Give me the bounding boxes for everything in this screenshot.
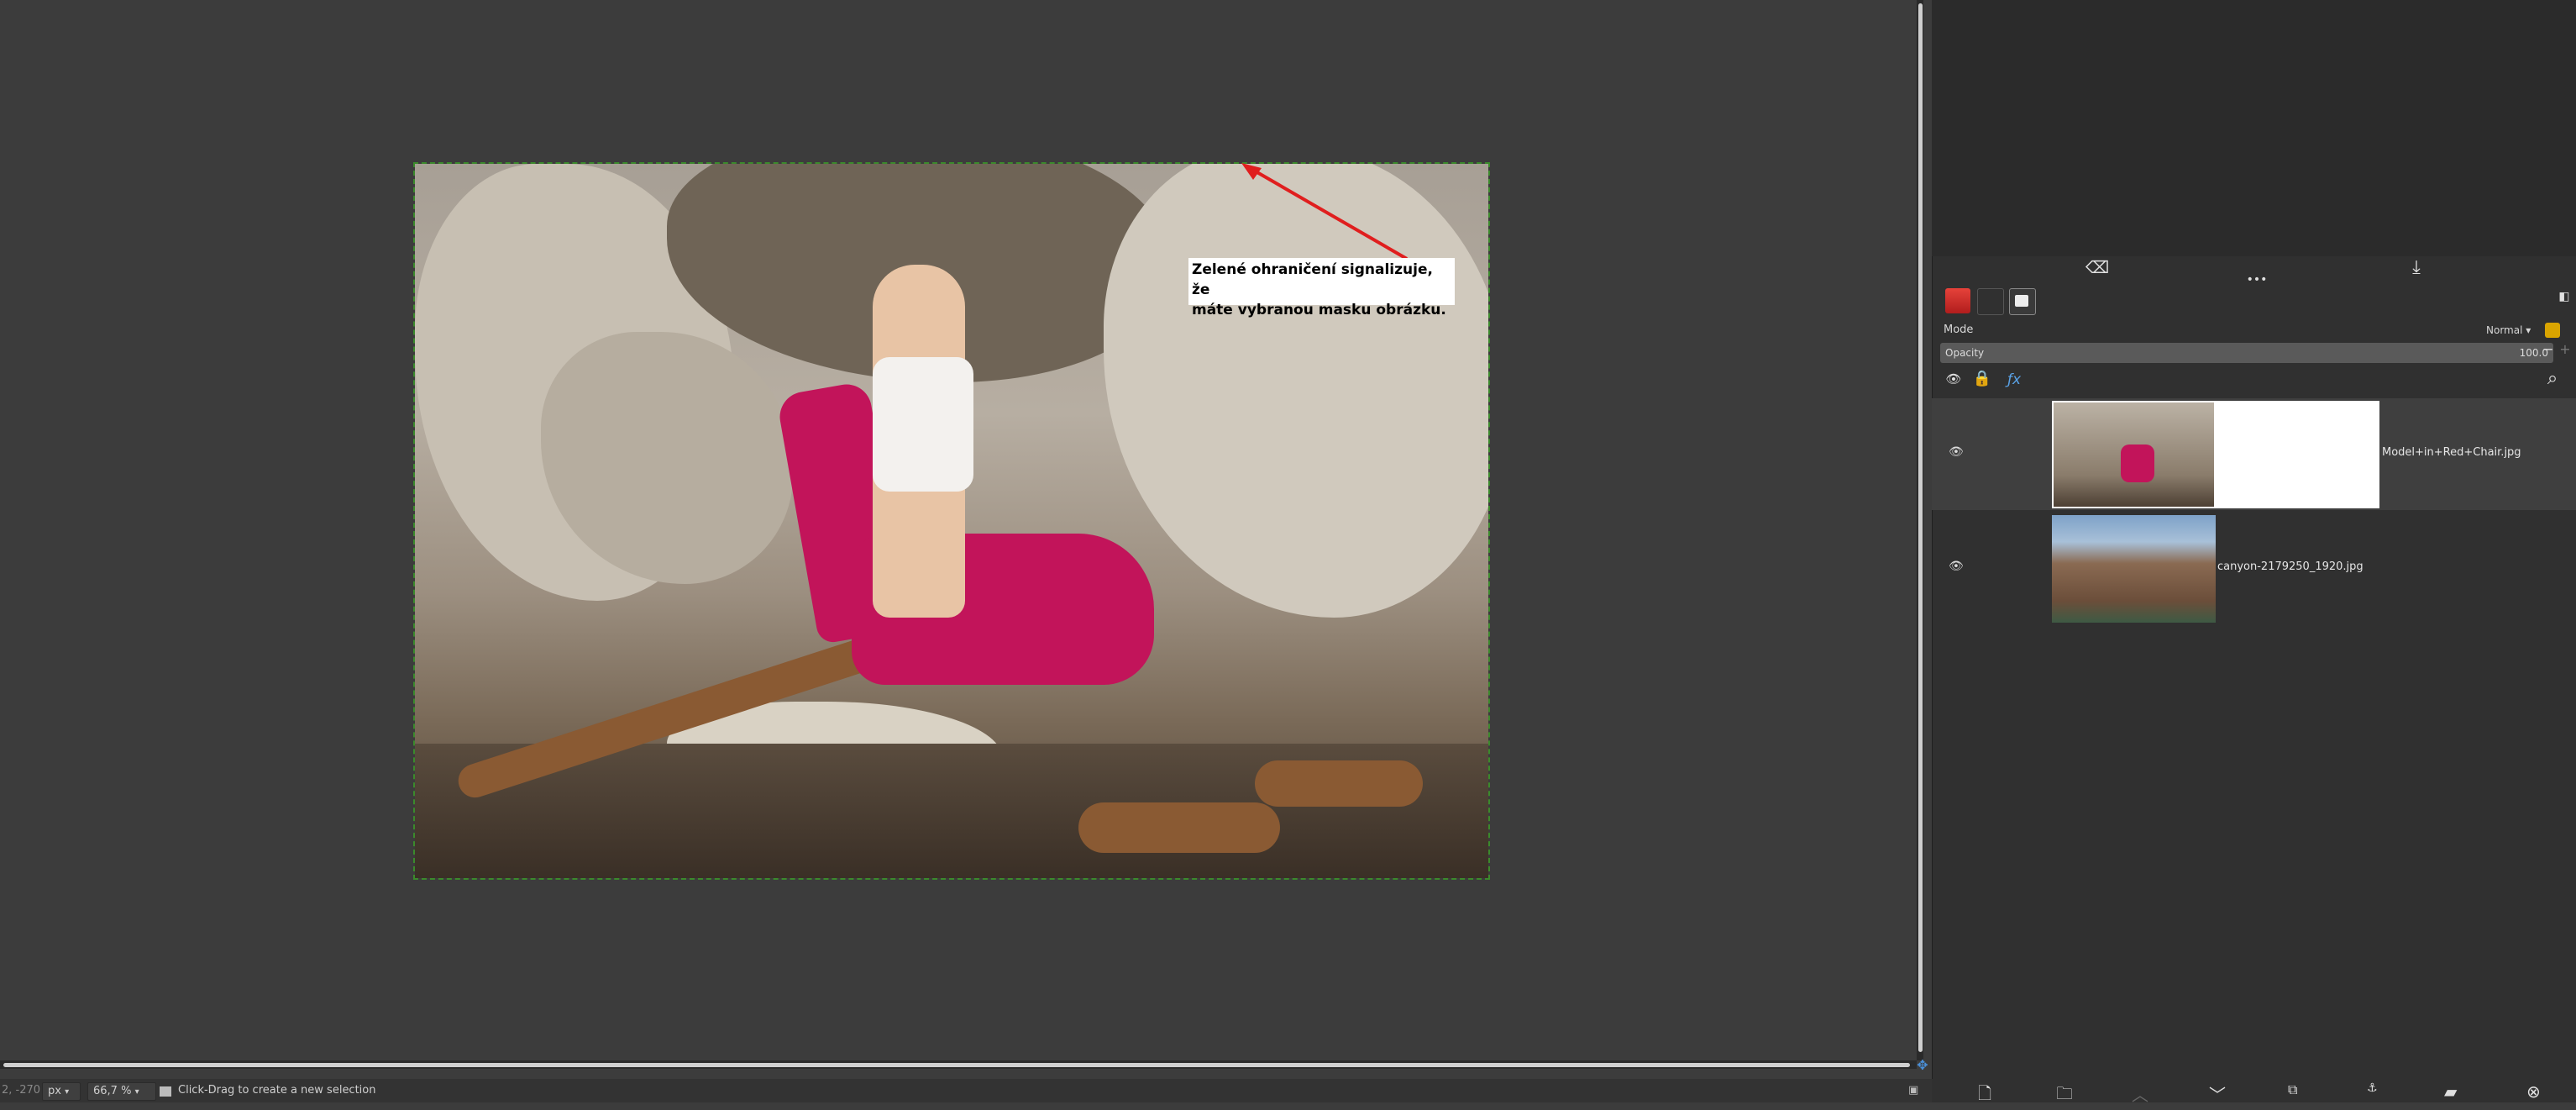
new-layer-icon[interactable]: 🗋 [1978, 1081, 1991, 1110]
model-shirt [873, 357, 973, 492]
driftwood [1078, 802, 1280, 853]
mode-label: Mode [1944, 324, 1974, 336]
layer-thumbnail[interactable] [2052, 515, 2216, 623]
opacity-slider[interactable]: Opacity 100.0 [1940, 343, 2553, 363]
status-message: Click-Drag to create a new selection [178, 1084, 376, 1097]
zoom-select[interactable]: 66,7 % ▾ [87, 1082, 156, 1101]
search-icon[interactable]: ⌕ [2541, 368, 2564, 389]
eye-icon[interactable]: 👁 [1949, 560, 1964, 573]
layer-lock-row: 👁 🔒 ƒx ⌕ [1940, 368, 2566, 397]
paths-icon[interactable] [2009, 288, 2036, 315]
dock-tab-bar: ◧ [1940, 287, 2570, 315]
annotation-line1: Zelené ohraničení signalizuje, že [1192, 261, 1433, 298]
eye-icon[interactable]: 👁 [1949, 445, 1964, 459]
opacity-decrease-button[interactable]: − [2542, 341, 2555, 357]
layer-name[interactable]: Model+in+Red+Chair.jpg [2382, 446, 2521, 459]
driftwood [1255, 760, 1423, 807]
layers-list: 👁 Model+in+Red+Chair.jpg 👁 canyon-217925… [1932, 398, 2576, 625]
delete-layer-icon[interactable]: ⊗ [2526, 1081, 2541, 1102]
chevron-down-icon: ▾ [134, 1087, 139, 1097]
dock-menu-icon[interactable]: ◧ [2555, 290, 2573, 303]
dock-top-empty-panel [1932, 0, 2576, 256]
selection-tool-icon [160, 1086, 171, 1097]
layer-thumbnail[interactable] [2052, 401, 2216, 508]
opacity-increase-button[interactable]: + [2558, 341, 2572, 357]
effects-icon[interactable]: ƒx [2002, 371, 2026, 388]
opacity-label: Opacity [1945, 347, 1985, 359]
anchor-layer-icon[interactable]: ⚓ [2367, 1081, 2378, 1095]
layers-toolbar: 🗋 🗀 ︿ ﹀ ⧉ ⚓ ▰ ⊗ [1932, 1079, 2576, 1105]
unit-select[interactable]: px ▾ [42, 1082, 81, 1101]
status-bar: 2, -270 px ▾ 66,7 % ▾ Click-Drag to crea… [0, 1079, 1932, 1102]
layer-row[interactable]: 👁 Model+in+Red+Chair.jpg [1932, 398, 2576, 510]
channels-icon[interactable] [1977, 288, 2004, 315]
layer-mask-thumbnail[interactable] [2216, 401, 2379, 508]
chevron-down-icon: ▾ [2526, 324, 2531, 336]
mode-row: Mode Normal ▾ [1940, 319, 2566, 341]
duplicate-layer-icon[interactable]: ⧉ [2288, 1081, 2297, 1098]
annotation-line2: máte vybranou masku obrázku. [1192, 302, 1446, 318]
new-group-icon[interactable]: 🗀 [2056, 1081, 2073, 1110]
eye-icon[interactable]: 👁 [1944, 371, 1964, 387]
pointer-coordinates: 2, -270 [2, 1084, 41, 1097]
chevron-down-icon: ▾ [65, 1087, 70, 1097]
handle-dots-icon[interactable]: ••• [2244, 274, 2269, 286]
add-mask-icon[interactable]: ▰ [2444, 1081, 2457, 1102]
mode-select[interactable]: Normal ▾ [2486, 319, 2531, 341]
arrow-annotation [1241, 163, 1409, 260]
horizontal-scrollbar-thumb[interactable] [3, 1063, 1910, 1067]
export-icon[interactable]: ⤓ [2404, 257, 2429, 281]
navigate-icon[interactable]: ✥ [1915, 1058, 1930, 1073]
delete-tab-icon[interactable]: ⌫ [2085, 257, 2110, 281]
composite-mode-icon[interactable] [2545, 323, 2560, 338]
layer-name[interactable]: canyon-2179250_1920.jpg [2217, 560, 2364, 573]
annotation-note: Zelené ohraničení signalizuje, že máte v… [1188, 258, 1455, 318]
layers-icon[interactable] [1945, 288, 1970, 313]
lock-icon[interactable]: 🔒 [1972, 370, 1992, 387]
zoom-value: 66,7 % [93, 1085, 132, 1097]
vertical-scrollbar-thumb[interactable] [1918, 3, 1923, 1052]
unit-value: px [48, 1085, 61, 1097]
layer-row[interactable]: 👁 canyon-2179250_1920.jpg [1932, 513, 2576, 624]
mode-value: Normal [2486, 324, 2523, 336]
quick-mask-icon[interactable]: ▣ [1908, 1084, 1922, 1097]
